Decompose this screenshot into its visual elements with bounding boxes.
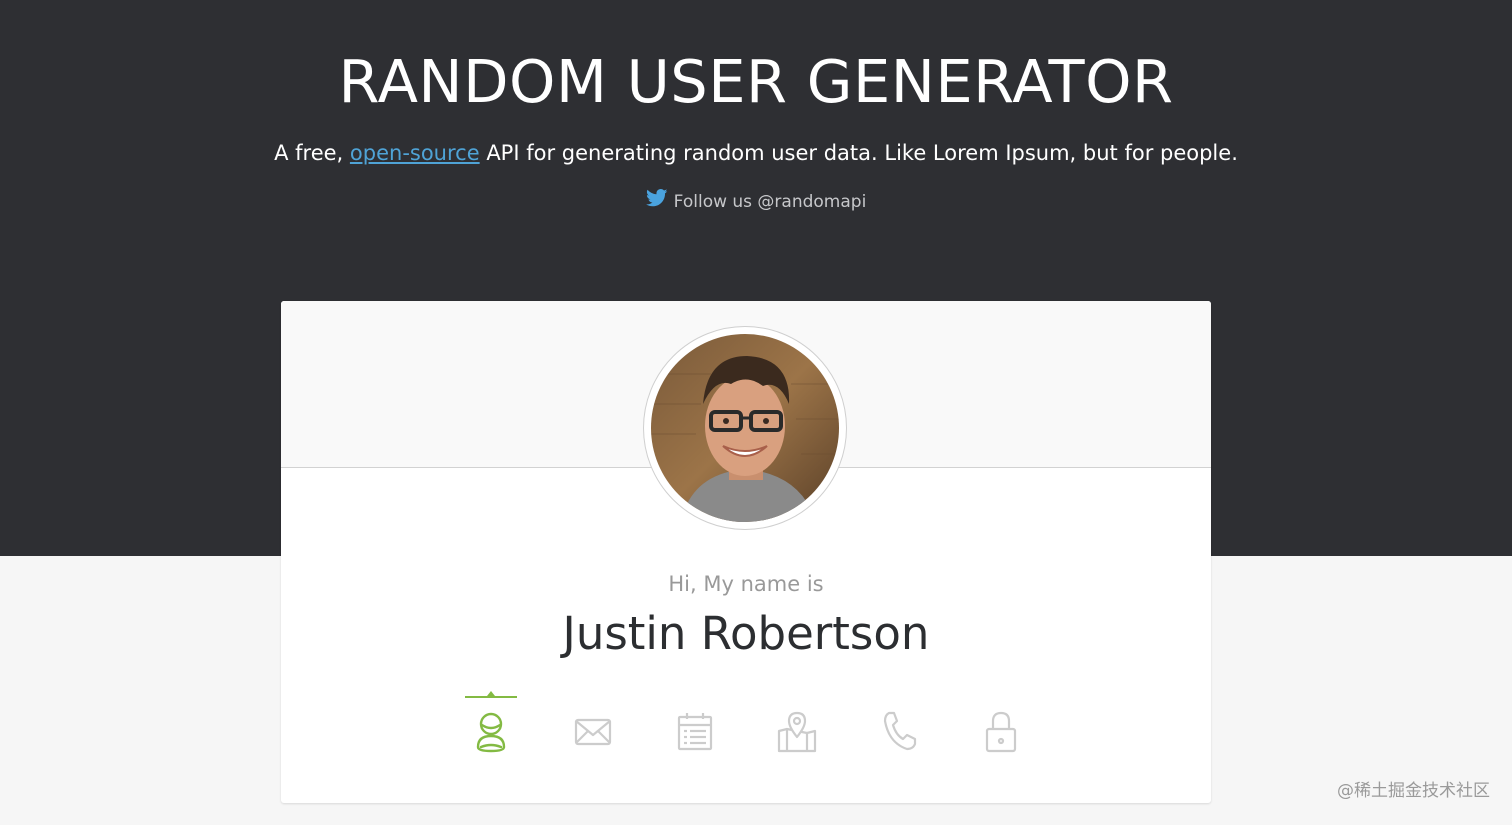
envelope-icon	[574, 718, 612, 746]
tab-birthday[interactable]	[669, 691, 721, 761]
tab-phone[interactable]	[873, 691, 925, 761]
lock-icon	[985, 711, 1017, 753]
active-indicator-bar	[465, 696, 517, 698]
twitter-icon	[645, 189, 668, 214]
user-icon	[476, 712, 506, 753]
tab-address[interactable]	[771, 691, 823, 761]
user-card: Hi, My name is Justin Robertson	[281, 301, 1211, 803]
calendar-icon	[677, 713, 713, 751]
page-title: RANDOM USER GENERATOR	[338, 47, 1174, 116]
avatar-frame	[643, 326, 847, 530]
phone-icon	[883, 711, 917, 751]
tagline: A free, open-source API for generating r…	[0, 138, 1512, 168]
tab-password[interactable]	[975, 691, 1027, 761]
avatar	[651, 334, 839, 522]
name-intro: Hi, My name is	[668, 572, 824, 596]
follow-link[interactable]: Follow us @randomapi	[0, 189, 1512, 214]
open-source-link[interactable]: open-source	[350, 141, 480, 165]
user-name: Justin Robertson	[562, 607, 930, 660]
watermark: @稀土掘金技术社区	[1337, 781, 1490, 801]
tagline-prefix: A free,	[274, 141, 350, 165]
follow-text: Follow us @randomapi	[673, 191, 867, 212]
map-pin-icon	[777, 711, 817, 753]
tab-name[interactable]	[465, 691, 517, 761]
info-tabs	[465, 691, 1025, 761]
tab-email[interactable]	[567, 691, 619, 761]
tagline-suffix: API for generating random user data. Lik…	[479, 141, 1238, 165]
